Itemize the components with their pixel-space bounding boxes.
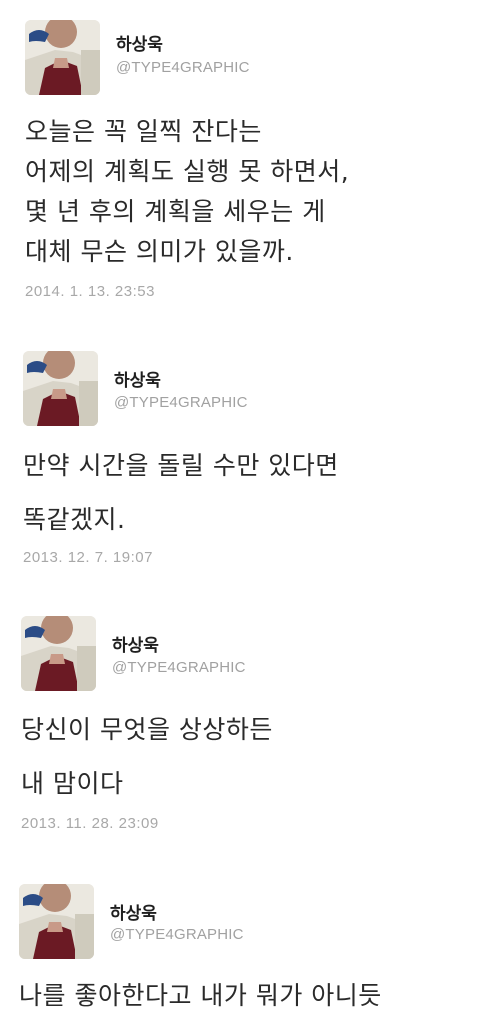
profile-photo-icon	[19, 884, 94, 959]
avatar[interactable]	[19, 884, 94, 959]
tweet-text-line: 만약 시간을 돌릴 수만 있다면	[23, 451, 339, 480]
avatar[interactable]	[25, 20, 100, 95]
user-handle[interactable]: @TYPE4GRAPHIC	[116, 59, 250, 76]
display-name[interactable]: 하상욱	[112, 631, 159, 656]
profile-photo-icon	[21, 616, 96, 691]
user-handle[interactable]: @TYPE4GRAPHIC	[110, 926, 244, 943]
tweet-text-line: 몇 년 후의 계획을 세우는 게	[25, 197, 326, 226]
tweet-timestamp[interactable]: 2013. 11. 28. 23:09	[21, 815, 159, 832]
tweet-text-line: 나를 좋아한다고 내가 뭐가 아니듯	[19, 981, 382, 1010]
display-name[interactable]: 하상욱	[110, 899, 157, 924]
tweet-timestamp[interactable]: 2014. 1. 13. 23:53	[25, 283, 155, 300]
tweet-text-line: 똑같겠지.	[23, 505, 126, 534]
tweet-timestamp[interactable]: 2013. 12. 7. 19:07	[23, 549, 153, 566]
tweet-text-line: 대체 무슨 의미가 있을까.	[25, 237, 294, 266]
avatar[interactable]	[23, 351, 98, 426]
display-name[interactable]: 하상욱	[114, 366, 161, 391]
profile-photo-icon	[23, 351, 98, 426]
tweet-text-line: 어제의 계획도 실행 못 하면서,	[25, 157, 350, 186]
user-handle[interactable]: @TYPE4GRAPHIC	[114, 394, 248, 411]
user-handle[interactable]: @TYPE4GRAPHIC	[112, 659, 246, 676]
tweet-text-line: 내 맘이다	[21, 769, 124, 798]
tweet-text-line: 당신이 무엇을 상상하든	[21, 715, 273, 744]
profile-photo-icon	[25, 20, 100, 95]
tweet-text-line: 오늘은 꼭 일찍 잔다는	[25, 117, 262, 146]
display-name[interactable]: 하상욱	[116, 30, 163, 55]
avatar[interactable]	[21, 616, 96, 691]
